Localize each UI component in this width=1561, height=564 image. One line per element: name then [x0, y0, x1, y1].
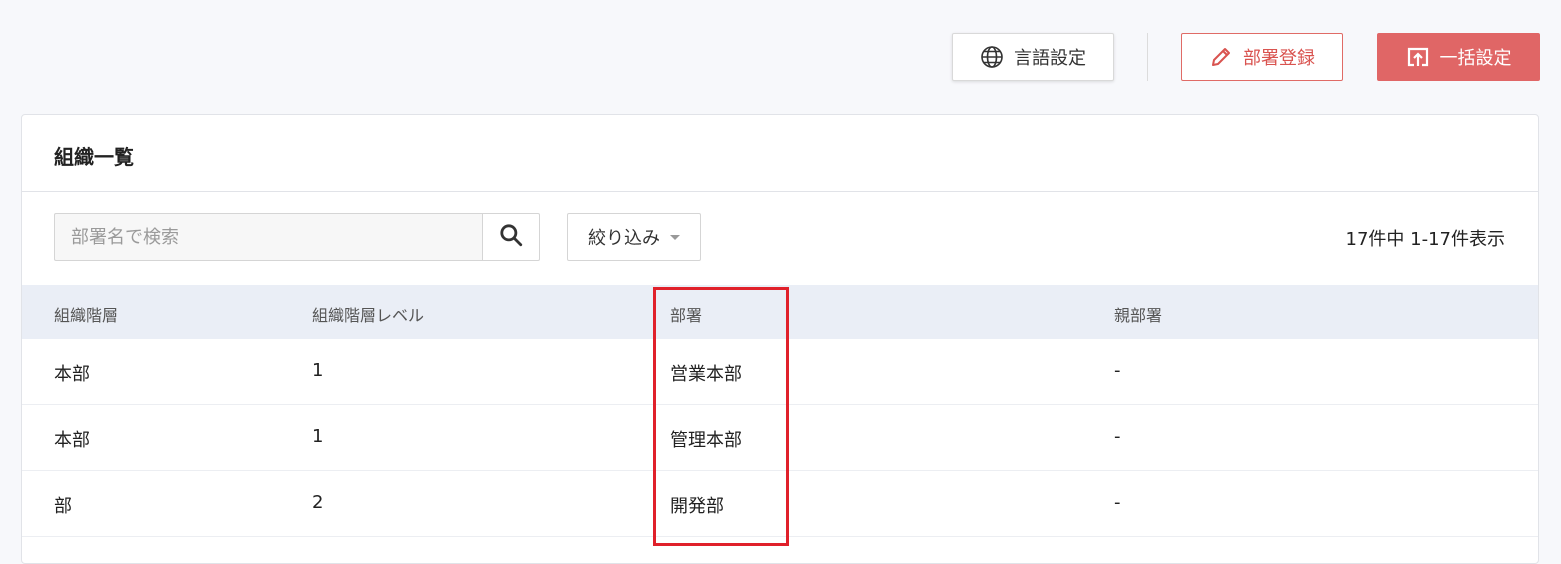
cell-parent-department: - [1114, 360, 1121, 381]
search-button[interactable] [482, 213, 540, 261]
organization-table: 組織階層 組織階層レベル 部署 親部署 本部 1 営業本部 - 本部 1 管理本… [22, 285, 1538, 537]
register-department-label: 部署登録 [1243, 48, 1315, 69]
pencil-icon [1209, 45, 1233, 69]
caret-down-icon [670, 234, 680, 240]
cell-parent-department: - [1114, 426, 1121, 447]
cell-department[interactable]: 管理本部 [670, 426, 742, 452]
card-divider [22, 191, 1538, 192]
filter-label: 絞り込み [588, 228, 660, 249]
column-header-level[interactable]: 組織階層レベル [312, 302, 424, 326]
toolbar-divider [1147, 33, 1148, 81]
search-icon [498, 222, 524, 252]
language-settings-label: 言語設定 [1014, 48, 1086, 69]
page-title: 組織一覧 [54, 145, 134, 169]
table-row[interactable]: 本部 1 管理本部 - [22, 405, 1538, 471]
language-settings-button[interactable]: 言語設定 [952, 33, 1114, 81]
table-row[interactable]: 本部 1 営業本部 - [22, 339, 1538, 405]
cell-department[interactable]: 開発部 [670, 492, 724, 518]
globe-icon [980, 45, 1004, 69]
upload-icon [1406, 45, 1430, 69]
cell-level: 1 [312, 426, 324, 447]
register-department-button[interactable]: 部署登録 [1181, 33, 1343, 81]
cell-level: 1 [312, 360, 324, 381]
cell-level-name: 本部 [54, 364, 90, 385]
bulk-settings-label: 一括設定 [1439, 48, 1512, 69]
cell-level-name: 本部 [54, 430, 90, 451]
bulk-settings-button[interactable]: 一括設定 [1377, 33, 1540, 81]
department-search-input[interactable] [54, 213, 484, 261]
table-header: 組織階層 組織階層レベル 部署 親部署 [22, 285, 1538, 339]
column-header-level-name[interactable]: 組織階層 [54, 302, 118, 326]
cell-level-name: 部 [54, 496, 72, 517]
filter-dropdown[interactable]: 絞り込み [567, 213, 701, 261]
cell-level: 2 [312, 492, 324, 513]
organization-list-card: 組織一覧 絞り込み 17件中 1-17件表示 組織階層 組織階層レベル 部署 親… [21, 114, 1539, 564]
table-row[interactable]: 部 2 開発部 - [22, 471, 1538, 537]
result-count: 17件中 1-17件表示 [1345, 229, 1505, 250]
column-header-parent-department[interactable]: 親部署 [1114, 302, 1162, 326]
cell-department[interactable]: 営業本部 [670, 360, 742, 386]
cell-parent-department: - [1114, 492, 1121, 513]
column-header-department[interactable]: 部署 [670, 302, 702, 326]
